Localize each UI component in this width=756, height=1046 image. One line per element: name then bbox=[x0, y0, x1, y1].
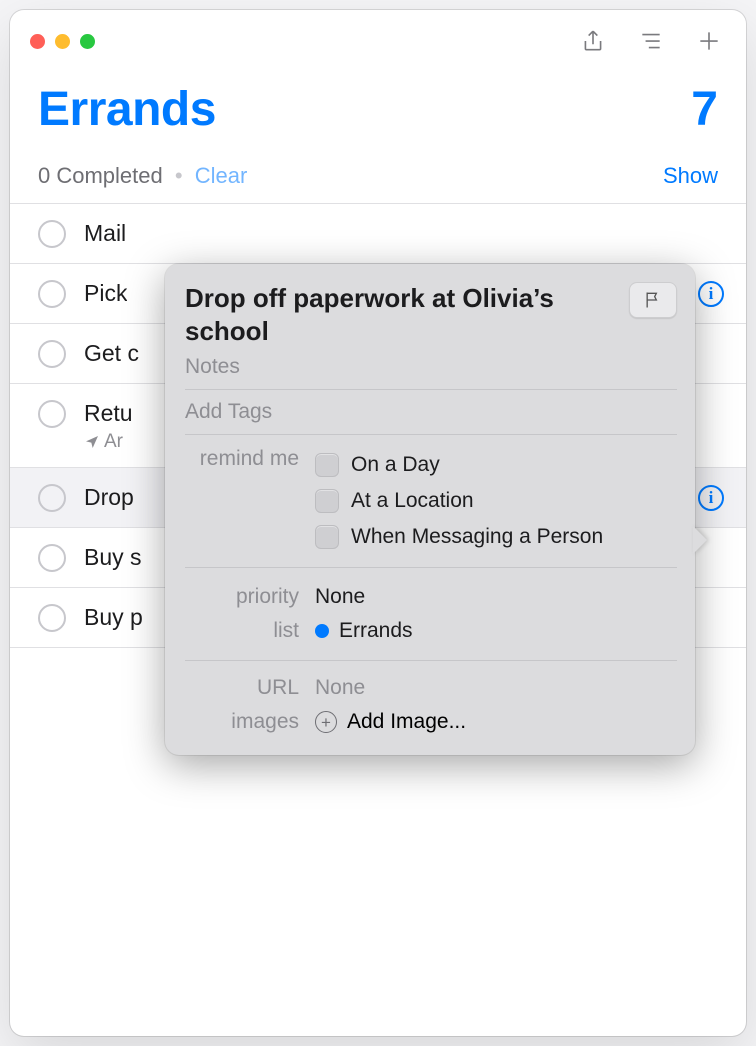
window-controls bbox=[30, 34, 95, 49]
complete-toggle[interactable] bbox=[38, 604, 66, 632]
remind-when-messaging-label: When Messaging a Person bbox=[351, 525, 603, 549]
priority-label: priority bbox=[185, 585, 315, 609]
reminder-title: Mail bbox=[84, 218, 126, 249]
completed-count: 0 Completed bbox=[38, 163, 163, 188]
list-header: Errands 7 bbox=[10, 72, 746, 141]
location-indicator-text: Ar bbox=[104, 431, 123, 453]
add-reminder-icon[interactable] bbox=[694, 28, 724, 54]
popover-title[interactable]: Drop off paperwork at Olivia’s school bbox=[185, 282, 617, 347]
details-popover: Drop off paperwork at Olivia’s school No… bbox=[165, 264, 695, 755]
complete-toggle[interactable] bbox=[38, 544, 66, 572]
list-title: Errands bbox=[38, 82, 216, 137]
close-window-button[interactable] bbox=[30, 34, 45, 49]
add-image-button[interactable]: + Add Image... bbox=[315, 710, 466, 734]
complete-toggle[interactable] bbox=[38, 220, 66, 248]
separator-dot: • bbox=[175, 163, 183, 188]
minimize-window-button[interactable] bbox=[55, 34, 70, 49]
app-window: Errands 7 0 Completed • Clear Show Mail … bbox=[10, 10, 746, 1036]
priority-value[interactable]: None bbox=[315, 585, 365, 609]
reminder-title: Pick bbox=[84, 278, 127, 309]
plus-circle-icon: + bbox=[315, 711, 337, 733]
list-count: 7 bbox=[691, 82, 718, 137]
complete-toggle[interactable] bbox=[38, 340, 66, 368]
remind-at-location-checkbox[interactable] bbox=[315, 489, 339, 513]
complete-toggle[interactable] bbox=[38, 400, 66, 428]
reminder-title: Buy s bbox=[84, 542, 142, 573]
list-value-text: Errands bbox=[339, 619, 413, 642]
list-field-label: list bbox=[185, 619, 315, 643]
url-images-section: URL None images + Add Image... bbox=[185, 661, 677, 739]
reminder-title: Buy p bbox=[84, 602, 143, 633]
flag-button[interactable] bbox=[629, 282, 677, 318]
completed-bar: 0 Completed • Clear Show bbox=[10, 141, 746, 203]
reminder-subtitle: Ar bbox=[84, 431, 133, 453]
url-value[interactable]: None bbox=[315, 676, 365, 700]
url-label: URL bbox=[185, 676, 315, 700]
list-value[interactable]: Errands bbox=[315, 619, 413, 643]
clear-completed-button[interactable]: Clear bbox=[195, 163, 248, 188]
list-color-dot bbox=[315, 624, 329, 638]
titlebar bbox=[10, 10, 746, 72]
remind-on-day-checkbox[interactable] bbox=[315, 453, 339, 477]
reminder-title: Retu bbox=[84, 398, 133, 429]
info-icon[interactable]: i bbox=[698, 485, 724, 511]
images-label: images bbox=[185, 710, 315, 734]
add-image-label: Add Image... bbox=[347, 710, 466, 734]
remind-on-day-label: On a Day bbox=[351, 453, 440, 477]
priority-list-section: priority None list Errands bbox=[185, 568, 677, 661]
view-options-icon[interactable] bbox=[636, 28, 666, 54]
toolbar-actions bbox=[578, 28, 724, 54]
complete-toggle[interactable] bbox=[38, 484, 66, 512]
reminder-row[interactable]: Mail bbox=[10, 204, 746, 264]
tags-field[interactable]: Add Tags bbox=[185, 390, 677, 435]
remind-at-location-label: At a Location bbox=[351, 489, 474, 513]
remind-me-section: remind me On a Day At a Location When Me… bbox=[185, 435, 677, 568]
info-icon[interactable]: i bbox=[698, 281, 724, 307]
reminder-title: Drop bbox=[84, 482, 134, 513]
remind-me-label: remind me bbox=[185, 447, 315, 471]
complete-toggle[interactable] bbox=[38, 280, 66, 308]
show-completed-button[interactable]: Show bbox=[663, 163, 718, 189]
share-icon[interactable] bbox=[578, 28, 608, 54]
remind-when-messaging-checkbox[interactable] bbox=[315, 525, 339, 549]
reminder-title: Get c bbox=[84, 338, 139, 369]
fullscreen-window-button[interactable] bbox=[80, 34, 95, 49]
notes-field[interactable]: Notes bbox=[185, 347, 677, 390]
